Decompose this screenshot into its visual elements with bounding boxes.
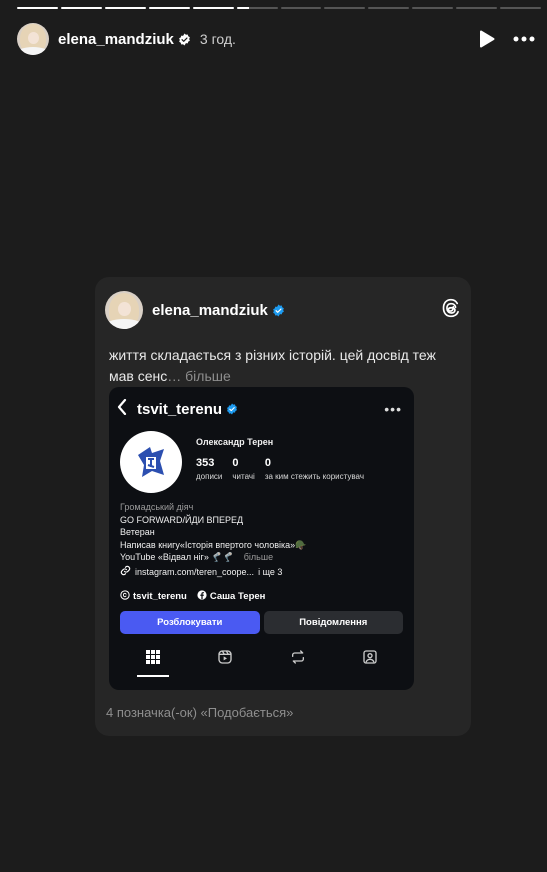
tab-tagged — [350, 647, 390, 671]
stat-posts: 353 дописи — [196, 457, 222, 481]
bio-line: Написав книгу«Історія впертого чоловіка»… — [120, 539, 307, 550]
post-avatar[interactable] — [105, 291, 143, 329]
post-header: elena_mandziuk — [105, 291, 461, 329]
more-link[interactable]: … більше — [167, 368, 231, 384]
progress-segment — [500, 7, 542, 9]
progress-segment — [324, 7, 366, 9]
message-button: Повідомлення — [263, 611, 403, 634]
unblock-button: Розблокувати — [120, 611, 260, 634]
stat-value: 0 — [232, 457, 239, 469]
progress-segment — [192, 7, 234, 9]
progress-segment — [104, 7, 146, 9]
facebook-icon — [197, 590, 207, 603]
profile-topbar: tsvit_terenu ••• — [117, 397, 402, 421]
threads-logo-icon[interactable] — [441, 297, 461, 324]
threads-icon — [120, 590, 130, 603]
progress-segment — [412, 7, 454, 9]
profile-username: tsvit_terenu — [137, 400, 223, 418]
grid-icon — [146, 649, 161, 669]
more-options-icon[interactable] — [513, 36, 535, 42]
stat-followers: 0 читачі — [232, 457, 254, 481]
threads-handle-text: tsvit_terenu — [133, 591, 187, 602]
reels-icon — [217, 649, 233, 670]
more-options-icon: ••• — [384, 401, 402, 417]
progress-segment — [148, 7, 190, 9]
story-progress-bar — [17, 7, 542, 9]
avatar[interactable] — [17, 23, 49, 55]
stat-value: 353 — [196, 457, 215, 469]
profile-bio: Громадський діяч GO FORWARD/ЙДИ ВПЕРЕД В… — [120, 501, 306, 579]
link-icon — [120, 565, 131, 580]
tab-reposts — [278, 647, 318, 671]
stat-value: 0 — [264, 457, 271, 469]
post-caption-text: життя складається з різних історій. цей … — [109, 347, 436, 384]
bio-link-more: і ще 3 — [258, 566, 283, 577]
facebook-name: Саша Терен — [209, 591, 266, 602]
tab-grid — [133, 647, 173, 677]
stat-label: дописи — [196, 472, 223, 481]
verified-icon — [227, 403, 237, 415]
threads-handle: tsvit_terenu — [120, 590, 187, 603]
bio-link-row: instagram.com/teren_coope... і ще 3 — [120, 565, 306, 580]
progress-segment — [368, 7, 410, 9]
progress-segment — [280, 7, 322, 9]
profile-stats: 353 дописи 0 читачі 0 за ким стежить кор… — [196, 457, 364, 481]
stat-following: 0 за ким стежить користувач — [265, 457, 364, 481]
likes-count[interactable]: 4 позначка(-ок) «Подобається» — [106, 705, 293, 720]
profile-tabs — [109, 647, 414, 677]
bio-more: більше — [243, 552, 274, 562]
progress-segment — [236, 7, 278, 9]
progress-segment — [17, 7, 58, 9]
bio-line: GO FORWARD/ЙДИ ВПЕРЕД — [120, 514, 244, 525]
back-arrow-icon — [117, 398, 127, 420]
story-time: 3 год. — [199, 31, 236, 47]
bio-youtube: YouTube «Відвал ніг» 🦿🦿 — [120, 552, 234, 562]
repost-icon — [290, 649, 306, 670]
profile-screenshot: tsvit_terenu ••• Олександр Терен 353 доп… — [109, 387, 414, 690]
tab-reels — [205, 647, 245, 671]
profile-full-name: Олександр Терен — [196, 437, 274, 447]
profile-avatar — [120, 431, 182, 493]
verified-icon — [273, 304, 284, 316]
bio-line: Ветеран — [120, 527, 155, 537]
story-username[interactable]: elena_mandziuk — [58, 31, 174, 48]
profile-socials: tsvit_terenu Саша Терен — [120, 590, 265, 603]
story-header: elena_mandziuk 3 год. — [17, 22, 535, 56]
facebook-link: Саша Терен — [197, 590, 266, 603]
post-username[interactable]: elena_mandziuk — [152, 302, 268, 319]
tagged-icon — [362, 649, 378, 670]
bio-category: Громадський діяч — [120, 502, 194, 512]
stat-label: за ким стежить користувач — [264, 472, 364, 481]
bio-link: instagram.com/teren_coope... — [135, 566, 255, 577]
progress-segment — [60, 7, 102, 9]
bio-line: YouTube «Відвал ніг» 🦿🦿 більше — [120, 551, 306, 564]
stat-label: читачі — [232, 472, 255, 481]
profile-buttons: Розблокувати Повідомлення — [120, 611, 403, 634]
verified-icon — [179, 33, 190, 45]
post-caption: життя складається з різних історій. цей … — [109, 345, 459, 387]
progress-segment — [456, 7, 498, 9]
play-icon[interactable] — [479, 30, 495, 48]
threads-post-card[interactable]: elena_mandziuk життя складається з різни… — [95, 277, 471, 736]
